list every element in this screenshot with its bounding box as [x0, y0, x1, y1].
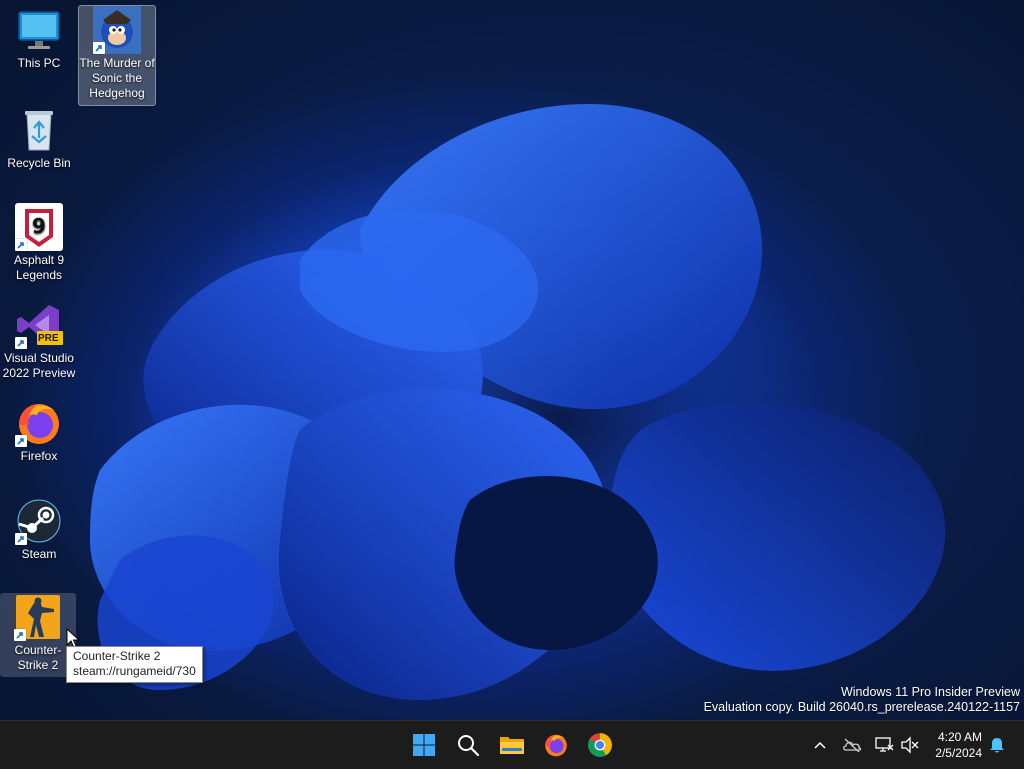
network-icon — [875, 737, 894, 752]
taskbar-clock[interactable]: 4:20 AM 2/5/2024 — [935, 729, 982, 761]
desktop-icon-label: The Murder of Sonic the Hedgehog — [79, 56, 155, 100]
bell-icon — [990, 738, 1004, 753]
desktop-icon-label: This PC — [17, 56, 61, 70]
search-button[interactable] — [448, 725, 488, 765]
tooltip-title: Counter-Strike 2 — [73, 649, 161, 663]
desktop[interactable]: This PC The Murder of Sonic the Hedgehog — [0, 0, 1024, 720]
preview-badge: PRE — [38, 333, 59, 344]
shortcut-arrow-icon — [15, 533, 27, 545]
insider-watermark: Windows 11 Pro Insider Preview Evaluatio… — [704, 685, 1020, 715]
desktop-icon-label: Recycle Bin — [7, 156, 71, 170]
monitor-icon — [15, 6, 63, 54]
desktop-icon-asphalt-9[interactable]: 9 Asphalt 9 Legends — [1, 203, 77, 283]
visual-studio-preview-icon: PRE — [15, 301, 63, 349]
desktop-icon-recycle-bin[interactable]: Recycle Bin — [1, 106, 77, 171]
shortcut-arrow-icon — [15, 337, 27, 349]
watermark-line-2: Evaluation copy. Build 26040.rs_prerelea… — [703, 700, 1020, 714]
file-explorer-button[interactable] — [492, 725, 532, 765]
onedrive-offline-icon — [843, 738, 862, 753]
shortcut-arrow-icon — [15, 239, 27, 251]
wallpaper-bloom — [90, 103, 946, 700]
desktop-icon-murder-of-sonic[interactable]: The Murder of Sonic the Hedgehog — [78, 5, 156, 106]
desktop-icon-this-pc[interactable]: This PC — [1, 6, 77, 71]
desktop-icon-label: Firefox — [20, 449, 58, 463]
shortcut-arrow-icon — [14, 629, 26, 641]
steam-icon — [15, 497, 63, 545]
windows-start-icon — [413, 734, 435, 756]
chrome-taskbar-button[interactable] — [580, 725, 620, 765]
firefox-taskbar-button[interactable] — [536, 725, 576, 765]
desktop-icon-label: Steam — [21, 547, 57, 561]
chrome-icon — [588, 733, 612, 757]
notification-center-button[interactable] — [985, 733, 1009, 757]
desktop-icon-label: Counter-Strike 2 — [14, 643, 62, 672]
tooltip-url: steam://rungameid/730 — [73, 664, 196, 678]
chevron-up-icon — [814, 741, 826, 749]
firefox-icon — [15, 399, 63, 447]
desktop-icon-label: Asphalt 9 Legends — [13, 253, 65, 282]
recycle-bin-icon — [15, 106, 63, 154]
svg-text:9: 9 — [32, 214, 46, 238]
search-icon — [458, 735, 480, 757]
counter-strike-icon — [14, 593, 62, 641]
show-hidden-icons-button[interactable] — [808, 733, 832, 757]
sonic-game-icon — [93, 6, 141, 54]
watermark-line-1: Windows 11 Pro Insider Preview — [840, 685, 1020, 699]
icon-tooltip: Counter-Strike 2 steam://rungameid/730 — [66, 646, 203, 683]
volume-tray-button[interactable] — [898, 733, 922, 757]
clock-date: 2/5/2024 — [935, 746, 982, 760]
file-explorer-icon — [500, 737, 524, 754]
shortcut-arrow-icon — [93, 42, 105, 54]
network-tray-button[interactable] — [872, 733, 896, 757]
firefox-icon — [545, 734, 567, 757]
onedrive-tray-button[interactable] — [840, 733, 864, 757]
shortcut-arrow-icon — [15, 435, 27, 447]
speaker-muted-icon — [901, 736, 919, 754]
desktop-icon-firefox[interactable]: Firefox — [1, 399, 77, 464]
start-button[interactable] — [404, 725, 444, 765]
desktop-icon-visual-studio-preview[interactable]: PRE Visual Studio 2022 Preview — [1, 301, 77, 381]
desktop-icon-label: Visual Studio 2022 Preview — [2, 351, 76, 380]
desktop-icon-counter-strike-2[interactable]: Counter-Strike 2 — [0, 593, 76, 677]
taskbar: 4:20 AM 2/5/2024 — [0, 720, 1024, 769]
clock-time: 4:20 AM — [937, 730, 982, 744]
desktop-icon-steam[interactable]: Steam — [1, 497, 77, 562]
asphalt-9-icon: 9 — [15, 203, 63, 251]
